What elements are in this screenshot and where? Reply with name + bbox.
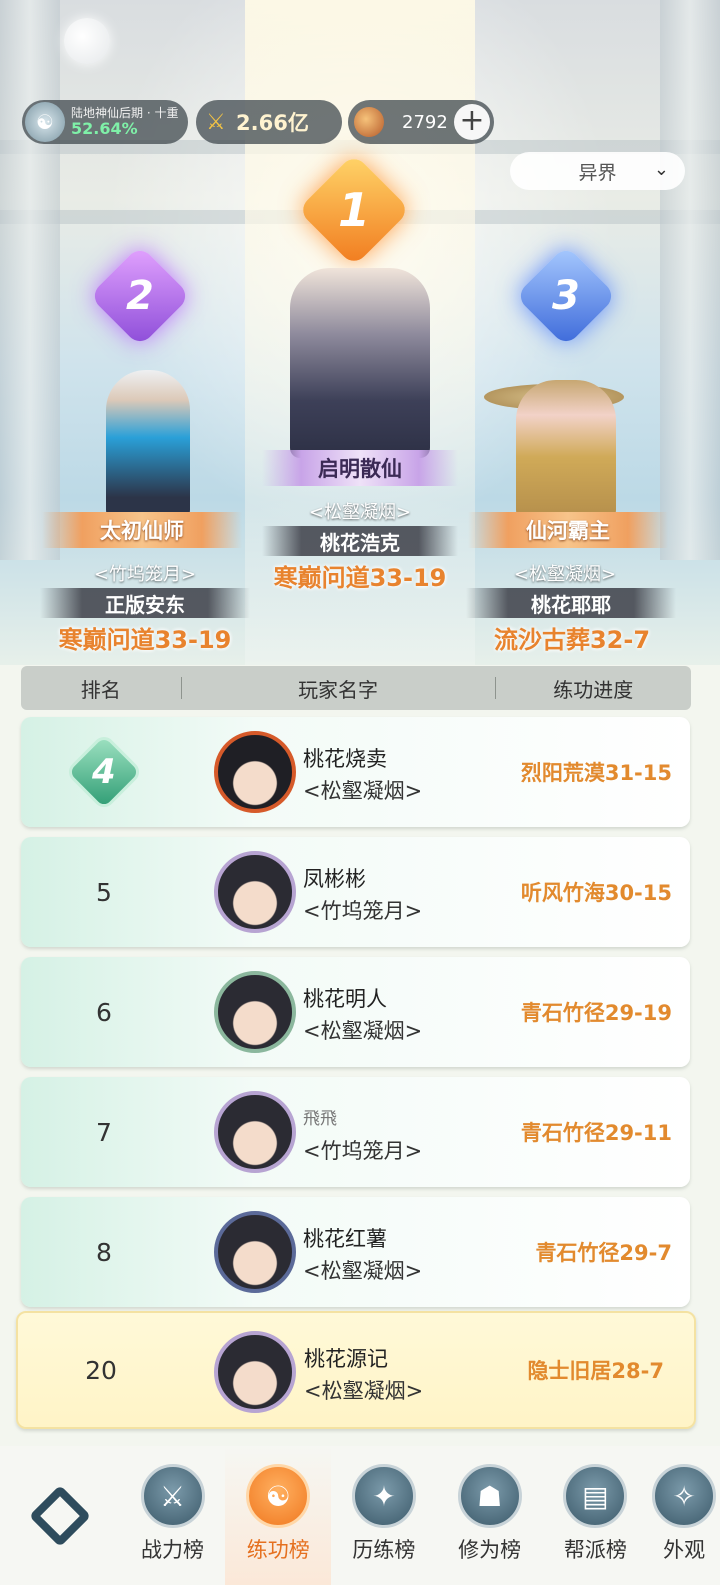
player-name: 飛飛 xyxy=(303,1109,337,1129)
rank-3-progress: 流沙古葬32-7 xyxy=(493,626,651,654)
rank-3-name: 桃花耶耶 xyxy=(466,588,676,618)
chevron-down-icon: ⌄ xyxy=(653,159,669,180)
table-row[interactable]: 4 桃花烧卖 <松壑凝烟> 烈阳荒漠31-15 xyxy=(21,717,690,827)
player-name: 桃花红薯 xyxy=(303,1227,387,1251)
player-progress: 烈阳荒漠31-15 xyxy=(520,761,672,785)
guild-name: <松壑凝烟> xyxy=(304,1379,424,1403)
tab-label: 修为榜 xyxy=(458,1538,522,1562)
rank-4-badge: 4 xyxy=(68,736,140,808)
tab-label: 战力榜 xyxy=(141,1538,205,1562)
home-button[interactable] xyxy=(0,1446,120,1585)
row-rank: 20 xyxy=(85,1355,117,1385)
rank-1-guild: <松壑凝烟> xyxy=(308,502,412,523)
table-row[interactable]: 5 凤彬彬 <竹坞笼月> 听风竹海30-15 xyxy=(21,837,690,947)
tab-power-rank[interactable]: ⚔ 战力榜 xyxy=(120,1446,226,1585)
avatar[interactable] xyxy=(214,731,296,813)
star-icon: ✦ xyxy=(351,1464,416,1528)
tab-guild-rank[interactable]: ▤ 帮派榜 xyxy=(542,1446,648,1585)
bottom-nav: ⚔ 战力榜 ☯ 练功榜 ✦ 历练榜 ☗ 修为榜 ▤ 帮派榜 ✧ 外观 xyxy=(0,1446,720,1585)
player-name: 凤彬彬 xyxy=(303,867,366,891)
row-rank: 8 xyxy=(96,1237,112,1267)
guild-name: <松壑凝烟> xyxy=(303,1019,423,1043)
avatar[interactable] xyxy=(214,971,296,1053)
rank-2-character[interactable] xyxy=(106,370,190,520)
rank-3-title: 仙河霸主 xyxy=(468,512,668,548)
guild-name: <松壑凝烟> xyxy=(303,1259,423,1283)
guild-name: <竹坞笼月> xyxy=(303,1139,423,1163)
rank-1-name: 桃花浩克 xyxy=(262,526,458,556)
player-progress: 隐士旧居28-7 xyxy=(527,1359,664,1383)
hat-icon: ☗ xyxy=(457,1464,522,1528)
table-row[interactable]: 7 飛飛 <竹坞笼月> 青石竹径29-11 xyxy=(21,1077,690,1187)
player-progress: 青石竹径29-7 xyxy=(535,1241,672,1265)
tab-label: 练功榜 xyxy=(246,1538,310,1562)
power-value: 2.66亿 xyxy=(236,111,309,135)
player-progress: 青石竹径29-11 xyxy=(520,1121,672,1145)
tab-label: 外观 xyxy=(663,1538,706,1562)
tab-label: 帮派榜 xyxy=(563,1538,627,1562)
realm-progress: 52.64% xyxy=(71,118,138,138)
rank-2-progress: 寒巅问道33-19 xyxy=(58,626,232,654)
row-rank: 7 xyxy=(96,1117,112,1147)
rank-2-title: 太初仙师 xyxy=(42,512,242,548)
player-progress: 听风竹海30-15 xyxy=(520,881,672,905)
currency-status: 2792 + xyxy=(348,100,494,144)
yin-yang-icon: ☯ xyxy=(246,1464,311,1528)
rank-2-name: 正版安东 xyxy=(40,588,250,618)
diamond-logo-icon xyxy=(28,1484,91,1547)
avatar[interactable] xyxy=(214,1091,296,1173)
rank-2-guild: <竹坞笼月> xyxy=(93,564,197,585)
crossed-swords-icon: ⚔ xyxy=(206,109,226,135)
rank-1-character[interactable] xyxy=(290,268,430,458)
tab-appearance-rank[interactable]: ✧ 外观 xyxy=(648,1446,720,1585)
realm-avatar-icon: ☯ xyxy=(25,102,65,142)
tab-trial-rank[interactable]: ✦ 历练榜 xyxy=(331,1446,437,1585)
header-rank: 排名 xyxy=(80,677,121,702)
currency-value: 2792 xyxy=(402,111,448,133)
add-currency-button[interactable]: + xyxy=(454,104,490,140)
avatar[interactable] xyxy=(214,851,296,933)
tab-training-rank[interactable]: ☯ 练功榜 xyxy=(225,1446,332,1585)
row-rank: 4 xyxy=(21,717,187,827)
row-rank: 6 xyxy=(96,997,112,1027)
scroll-icon: ▤ xyxy=(563,1464,628,1528)
avatar[interactable] xyxy=(214,1331,296,1413)
player-name: 桃花明人 xyxy=(303,987,387,1011)
table-row[interactable]: 8 桃花红薯 <松壑凝烟> 青石竹径29-7 xyxy=(21,1197,690,1307)
rank-3-guild: <松壑凝烟> xyxy=(513,564,617,585)
rank-1-title: 启明散仙 xyxy=(262,450,458,486)
avatar[interactable] xyxy=(214,1211,296,1293)
row-rank: 5 xyxy=(96,877,112,907)
table-header: 排名 玩家名字 练功进度 xyxy=(21,666,691,710)
player-name: 桃花源记 xyxy=(304,1347,388,1371)
tab-label: 历练榜 xyxy=(352,1538,416,1562)
table-row[interactable]: 6 桃花明人 <松壑凝烟> 青石竹径29-19 xyxy=(21,957,690,1067)
guild-name: <松壑凝烟> xyxy=(303,779,423,803)
world-select-dropdown[interactable]: 异界 ⌄ xyxy=(510,152,685,190)
my-rank-row[interactable]: 20 桃花源记 <松壑凝烟> 隐士旧居28-7 xyxy=(16,1311,696,1429)
world-select-label: 异界 xyxy=(578,161,617,184)
guild-name: <竹坞笼月> xyxy=(303,899,423,923)
rank-3-character[interactable] xyxy=(516,380,616,520)
coin-icon xyxy=(354,107,384,137)
realm-status[interactable]: ☯ 陆地神仙后期 · 十重 52.64% xyxy=(22,100,188,144)
swords-icon: ⚔ xyxy=(140,1464,205,1528)
power-status[interactable]: ⚔ 2.66亿 xyxy=(196,100,342,144)
pillar xyxy=(660,0,720,560)
tab-cultivation-rank[interactable]: ☗ 修为榜 xyxy=(437,1446,543,1585)
wardrobe-icon: ✧ xyxy=(652,1464,717,1528)
moon-icon xyxy=(64,18,110,64)
realm-name: 陆地神仙后期 · 十重 xyxy=(71,105,179,120)
player-progress: 青石竹径29-19 xyxy=(520,1001,672,1025)
pillar xyxy=(0,0,60,560)
header-progress: 练功进度 xyxy=(553,677,634,702)
rank-1-progress: 寒巅问道33-19 xyxy=(273,564,447,592)
player-name: 桃花烧卖 xyxy=(303,747,387,771)
header-player-name: 玩家名字 xyxy=(298,677,379,702)
